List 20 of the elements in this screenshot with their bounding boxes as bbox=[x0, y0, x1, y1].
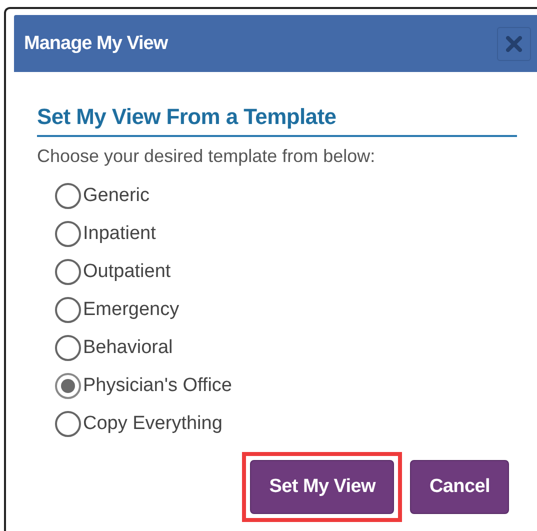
option-label: Copy Everything bbox=[83, 412, 222, 434]
option-label: Outpatient bbox=[83, 260, 171, 282]
option-label: Inpatient bbox=[83, 222, 156, 244]
window-title: Manage My View bbox=[24, 32, 168, 54]
option-label: Generic bbox=[83, 184, 150, 206]
radio-button[interactable] bbox=[55, 410, 81, 436]
option-label: Physician's Office bbox=[83, 374, 232, 396]
radio-button[interactable] bbox=[55, 258, 81, 284]
radio-button[interactable] bbox=[55, 296, 81, 322]
radio-button[interactable] bbox=[55, 334, 81, 360]
instruction-text: Choose your desired template from below: bbox=[37, 146, 376, 167]
close-icon bbox=[506, 36, 522, 52]
radio-button[interactable] bbox=[55, 372, 81, 398]
option-label: Emergency bbox=[83, 298, 180, 320]
set-view-button[interactable]: Set My View bbox=[250, 460, 394, 514]
section-heading: Set My View From a Template bbox=[37, 104, 517, 137]
radio-button[interactable] bbox=[55, 182, 81, 208]
radio-button[interactable] bbox=[55, 220, 81, 246]
option-label: Behavioral bbox=[83, 336, 173, 358]
cancel-button[interactable]: Cancel bbox=[410, 460, 509, 514]
